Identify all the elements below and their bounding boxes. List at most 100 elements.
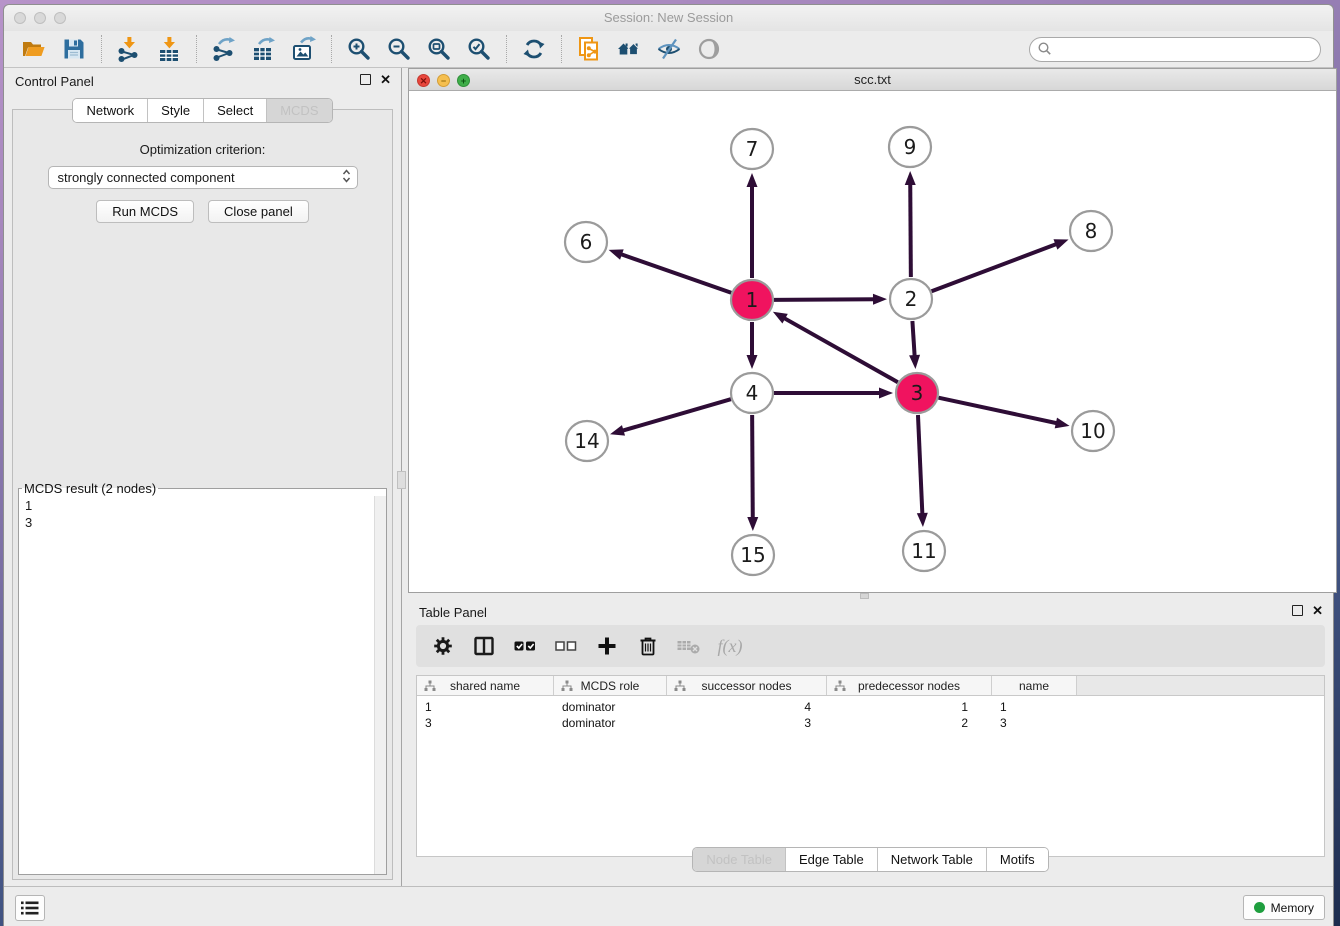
- graph-node-label: 6: [580, 230, 593, 254]
- optimization-criterion-label: Optimization criterion:: [13, 142, 392, 157]
- graph-node-label: 7: [746, 137, 759, 161]
- list-icon: [20, 900, 40, 916]
- cell-predecessor-nodes[interactable]: 2: [827, 716, 992, 732]
- tab-node-table[interactable]: Node Table: [693, 848, 785, 871]
- search-input[interactable]: [1052, 40, 1320, 60]
- zoom-fit-icon[interactable]: [424, 34, 454, 64]
- tab-motifs[interactable]: Motifs: [986, 848, 1048, 871]
- cell-name[interactable]: 1: [992, 700, 1077, 716]
- graph-node-label: 8: [1085, 219, 1098, 243]
- control-panel: Control Panel ✕ Network Style Select MCD…: [4, 68, 402, 886]
- close-panel-button[interactable]: Close panel: [208, 200, 309, 223]
- table-panel-title: Table Panel: [419, 605, 487, 620]
- network-minimize-button[interactable]: −: [437, 74, 450, 87]
- panel-splitter-grip[interactable]: [397, 471, 406, 489]
- mcds-result-box: MCDS result (2 nodes) 1 3: [18, 481, 387, 875]
- export-network-icon[interactable]: [209, 34, 239, 64]
- unselect-all-icon[interactable]: [553, 633, 579, 659]
- graph-node-label: 3: [911, 381, 924, 405]
- network-canvas[interactable]: 1234678910111415: [409, 91, 1336, 592]
- cell-name[interactable]: 3: [992, 716, 1077, 732]
- graph-node-label: 1: [746, 288, 759, 312]
- node-table[interactable]: shared name MCDS role successor nodes pr…: [416, 675, 1325, 857]
- main-titlebar: Session: New Session: [4, 5, 1333, 31]
- graph-node-label: 4: [746, 381, 759, 405]
- table-toolbar: f(x): [416, 625, 1325, 667]
- table-panel: Table Panel ✕: [408, 599, 1333, 886]
- zoom-in-icon[interactable]: [344, 34, 374, 64]
- settings-gear-icon[interactable]: [430, 633, 456, 659]
- column-header-name[interactable]: name: [992, 676, 1077, 695]
- cell-successor-nodes[interactable]: 4: [667, 700, 827, 716]
- run-mcds-button[interactable]: Run MCDS: [96, 200, 194, 223]
- tab-network-table[interactable]: Network Table: [877, 848, 986, 871]
- mcds-result-title: MCDS result (2 nodes): [22, 481, 158, 496]
- shared-column-icon: [561, 680, 573, 695]
- result-scrollbar[interactable]: [374, 496, 386, 874]
- zoom-selected-icon[interactable]: [464, 34, 494, 64]
- clone-network-icon[interactable]: [574, 34, 604, 64]
- table-header-row: shared name MCDS role successor nodes pr…: [417, 676, 1324, 696]
- network-maximize-button[interactable]: +: [457, 74, 470, 87]
- column-header-mcds-role[interactable]: MCDS role: [554, 676, 667, 695]
- mcds-result-text[interactable]: 1 3: [19, 496, 374, 874]
- control-panel-tabs: Network Style Select MCDS: [4, 98, 401, 123]
- select-stepper-icon: [342, 168, 351, 187]
- cell-mcds-role[interactable]: dominator: [554, 716, 667, 732]
- table-row[interactable]: 1 dominator 4 1 1: [417, 700, 1324, 716]
- status-bar: Memory: [4, 886, 1333, 926]
- column-header-successor-nodes[interactable]: successor nodes: [667, 676, 827, 695]
- close-panel-icon[interactable]: ✕: [380, 74, 391, 85]
- first-neighbors-icon[interactable]: [614, 34, 644, 64]
- birds-eye-view-icon[interactable]: [694, 34, 724, 64]
- graph-node-label: 14: [574, 429, 599, 453]
- shared-column-icon: [674, 680, 686, 695]
- tab-network[interactable]: Network: [73, 99, 147, 122]
- open-session-icon[interactable]: [19, 34, 49, 64]
- import-network-icon[interactable]: [114, 34, 144, 64]
- memory-button[interactable]: Memory: [1243, 895, 1325, 920]
- table-row[interactable]: 3 dominator 3 2 3: [417, 716, 1324, 732]
- tab-mcds[interactable]: MCDS: [266, 99, 331, 122]
- cell-shared-name[interactable]: 1: [417, 700, 554, 716]
- network-close-button[interactable]: ✕: [417, 74, 430, 87]
- toolbar-separator: [561, 35, 562, 63]
- graphics-details-icon[interactable]: [654, 34, 684, 64]
- delete-column-icon[interactable]: [635, 633, 661, 659]
- optimization-criterion-select[interactable]: strongly connected component: [48, 166, 358, 189]
- apply-preferred-layout-icon[interactable]: [519, 34, 549, 64]
- column-layout-icon[interactable]: [471, 633, 497, 659]
- task-history-button[interactable]: [15, 895, 45, 921]
- export-table-icon[interactable]: [249, 34, 279, 64]
- function-builder-icon: f(x): [717, 633, 743, 659]
- toolbar-separator: [196, 35, 197, 63]
- graph-node-label: 2: [905, 287, 918, 311]
- network-window-title: scc.txt: [409, 69, 1336, 91]
- import-table-icon[interactable]: [154, 34, 184, 64]
- float-panel-icon[interactable]: [360, 74, 371, 85]
- content-area: Control Panel ✕ Network Style Select MCD…: [4, 68, 1333, 886]
- tab-select[interactable]: Select: [203, 99, 266, 122]
- search-box: [1029, 37, 1321, 62]
- select-all-icon[interactable]: [512, 633, 538, 659]
- table-panel-header: Table Panel ✕: [408, 599, 1333, 627]
- control-panel-title: Control Panel: [15, 74, 94, 89]
- export-image-icon[interactable]: [289, 34, 319, 64]
- zoom-out-icon[interactable]: [384, 34, 414, 64]
- tab-edge-table[interactable]: Edge Table: [785, 848, 877, 871]
- tab-style[interactable]: Style: [147, 99, 203, 122]
- column-header-shared-name[interactable]: shared name: [417, 676, 554, 695]
- cell-successor-nodes[interactable]: 3: [667, 716, 827, 732]
- save-session-icon[interactable]: [59, 34, 89, 64]
- add-column-icon[interactable]: [594, 633, 620, 659]
- column-header-predecessor-nodes[interactable]: predecessor nodes: [827, 676, 992, 695]
- cell-predecessor-nodes[interactable]: 1: [827, 700, 992, 716]
- toolbar-separator: [506, 35, 507, 63]
- selected-criterion: strongly connected component: [58, 170, 342, 185]
- mcds-panel: Optimization criterion: strongly connect…: [12, 109, 393, 880]
- close-table-panel-icon[interactable]: ✕: [1312, 605, 1323, 616]
- memory-label: Memory: [1271, 901, 1314, 915]
- cell-shared-name[interactable]: 3: [417, 716, 554, 732]
- float-table-panel-icon[interactable]: [1292, 605, 1303, 616]
- cell-mcds-role[interactable]: dominator: [554, 700, 667, 716]
